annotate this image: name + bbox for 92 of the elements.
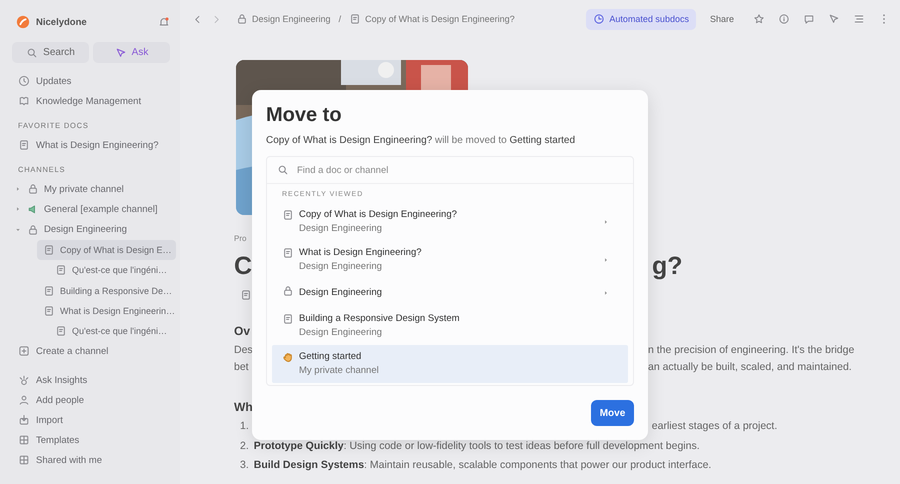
lock-icon [236,13,248,25]
document-icon [240,289,252,301]
sidebar-item[interactable]: Add people [12,390,88,410]
grid-icon [18,434,30,446]
lock-icon [282,285,294,297]
doc-item[interactable]: Qu'est-ce que l'ingéni… [49,260,171,280]
plus-icon [18,345,30,358]
dialog-title: Move to [266,103,343,128]
destination-item[interactable]: Getting started My private channel [272,345,628,383]
item-subtitle: Design Engineering [299,260,383,274]
item-title: Getting started [299,350,362,364]
share-button[interactable]: Share [704,14,740,24]
lock-icon [27,224,39,236]
ask-button[interactable]: Ask [93,42,170,63]
grid-icon [18,454,30,466]
breadcrumb-link[interactable]: Copy of What is Design Engineering? [349,13,515,25]
sidebar-item[interactable]: Import [12,410,67,430]
import-icon [18,414,30,426]
search-icon [277,164,289,176]
document-icon [282,313,294,325]
sidebar-item[interactable]: What is Design Engineering? [12,135,163,155]
paragraph-text: n the precision of engineering. It's the bridge [648,344,854,358]
document-icon [43,244,55,256]
hand-icon [282,351,294,363]
doc-item[interactable]: What is Design Engineerin… [37,300,180,322]
outline-icon[interactable] [853,13,865,25]
item-subtitle: My private channel [299,364,380,378]
document-icon [55,325,67,338]
paragraph-text: Des [234,344,253,356]
sidebar-item[interactable]: Create a channel [12,341,112,362]
info-icon[interactable] [778,13,790,25]
list-number: 1. [240,420,249,434]
doc-item[interactable]: Qu'est-ce que l'ingéni… [49,321,171,342]
item-title: Copy of What is Design Engineering? [299,208,458,222]
workspace-name: Nicelydone [36,16,88,28]
sidebar-item[interactable]: Ask Insights [12,370,92,390]
list-number: 2. [240,440,249,454]
star-icon[interactable] [753,13,765,25]
automated-subdocs-button[interactable]: Automated subdocs [586,8,696,30]
breadcrumb-link[interactable]: Design Engineering [236,13,331,25]
item-subtitle: Design Engineering [299,222,383,236]
automation-icon [593,13,606,25]
document-icon [18,139,30,151]
book-icon [18,95,30,107]
search-field[interactable]: Find a doc or channel [297,164,623,176]
sidebar-item[interactable]: Shared with me [12,450,106,470]
clock-icon [18,75,30,87]
destination-item[interactable]: Building a Responsive Design System Design Engineering [272,307,628,345]
lock-icon [27,183,39,196]
search-button[interactable]: Search [12,42,89,63]
bell-icon[interactable] [158,16,170,28]
section-heading: Ov [234,324,250,338]
breadcrumb-text: Pro [234,234,246,244]
ask-icon [114,46,127,58]
search-icon [26,46,38,58]
channel-item[interactable]: My private channel [12,179,128,200]
item-title: Building a Responsive Design System [299,312,461,326]
sidebar-item[interactable]: Templates [12,430,84,450]
breadcrumb-separator: / [338,14,342,24]
destination-item[interactable]: Design Engineering [272,279,628,307]
document-icon [55,264,67,276]
item-subtitle: Design Engineering [299,326,383,340]
item-title: Design Engineering [299,286,383,300]
comment-icon[interactable] [803,13,815,25]
paragraph-text: bet [234,361,249,373]
destination-item[interactable]: What is Design Engineering? Design Engineering [272,241,628,279]
page-title: g? [652,252,683,282]
list-item-text: Build Design Systems: Maintain reusable, scalable components that power our product interface. [254,459,712,473]
sidebar-item[interactable]: Updates [12,71,76,91]
page-title: C [234,252,252,280]
section-heading: Wh [234,400,253,414]
paragraph-text: an actually be built, scaled, and maintained. [648,361,852,375]
document-icon [282,209,294,221]
document-icon [43,284,55,297]
document-icon [282,247,294,259]
move-button[interactable]: Move [591,400,634,426]
doc-item[interactable]: Copy of What is Design E… [37,240,176,260]
sparkle-icon [18,374,30,386]
logo-icon [16,15,30,29]
item-title: What is Design Engineering? [299,246,423,260]
document-icon [349,13,362,25]
sidebar-item[interactable]: Knowledge Management [12,91,146,111]
list-number: 3. [240,459,249,473]
person-icon [18,394,30,406]
channel-item[interactable]: Design Engineering [12,220,131,240]
list-item-text: earliest stages of a project. [652,420,778,434]
document-icon [43,304,55,317]
doc-item[interactable]: Building a Responsive De… [37,280,176,301]
list-item-text: Prototype Quickly: Using code or low-fidelity tools to test ideas before full development begins. [254,440,700,454]
destination-item[interactable]: Copy of What is Design Engineering? Design Engineering [272,203,628,241]
dialog-message: Copy of What is Design Engineering? will be moved to Getting started [266,134,576,148]
channel-item[interactable]: General [example channel] [12,199,162,220]
